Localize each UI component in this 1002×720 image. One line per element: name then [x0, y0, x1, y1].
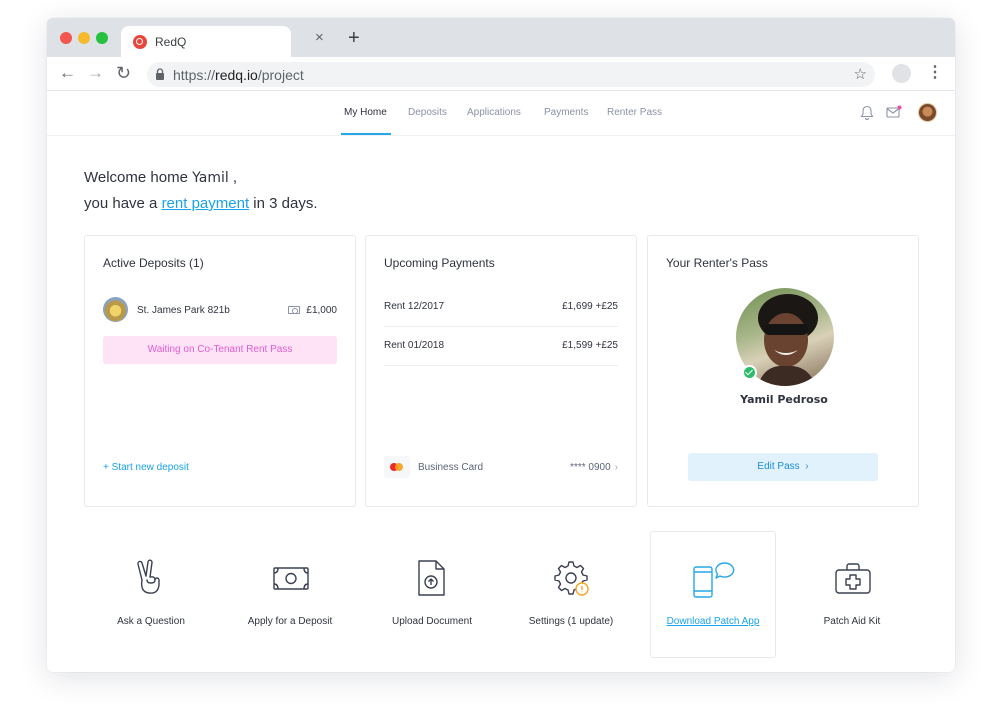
cash-icon [288, 306, 300, 314]
tab-title: RedQ [155, 35, 187, 49]
forward-arrow-icon[interactable]: → [87, 63, 104, 83]
deposit-status-badge: Waiting on Co-Tenant Rent Pass [103, 336, 337, 364]
renters-pass-card: Your Renter's Pass Yamil Pedroso Edit Pa… [647, 235, 919, 507]
payment-amount: £1,699 +£25 [562, 301, 618, 312]
welcome-line-1: Welcome home Yamil , [84, 169, 238, 186]
back-arrow-icon[interactable]: ← [59, 63, 76, 83]
lock-icon [156, 68, 164, 80]
deposit-amount: £1,000 [306, 305, 337, 316]
property-thumbnail [103, 297, 128, 322]
settings-action[interactable]: Settings (1 update) [508, 531, 634, 658]
payment-card-name[interactable]: Business Card [418, 462, 483, 473]
browser-profile-icon[interactable] [892, 64, 911, 83]
chevron-right-icon: › [805, 461, 809, 472]
active-deposits-card: Active Deposits (1) St. James Park 821b … [84, 235, 356, 507]
redq-favicon-icon [133, 35, 147, 49]
app-navigation: My Home Deposits Applications Payments R… [47, 91, 955, 136]
settings-gear-icon [554, 561, 589, 596]
apply-deposit-action[interactable]: Apply for a Deposit [227, 531, 353, 658]
renters-pass-title: Your Renter's Pass [666, 256, 768, 270]
welcome-message: Welcome home Yamil , you have a rent pay… [84, 165, 318, 216]
browser-tab[interactable]: RedQ [121, 26, 291, 57]
maximize-window-button[interactable] [96, 32, 108, 44]
action-label: Ask a Question [117, 616, 185, 627]
payment-label: Rent 12/2017 [384, 301, 445, 312]
browser-menu-icon[interactable]: ⋮ [927, 63, 943, 83]
verified-check-icon [742, 365, 757, 380]
bookmark-star-icon[interactable]: ☆ [854, 65, 867, 83]
nav-deposits[interactable]: Deposits [408, 107, 447, 118]
tab-close-icon[interactable]: × [315, 30, 324, 45]
user-avatar[interactable] [918, 103, 937, 122]
start-new-deposit-link[interactable]: + Start new deposit [103, 462, 189, 473]
renter-name: Yamil Pedroso [740, 393, 828, 406]
new-tab-icon[interactable]: + [348, 28, 360, 48]
browser-titlebar: RedQ × + [47, 18, 955, 57]
upload-document-action[interactable]: Upload Document [369, 531, 495, 658]
action-label: Upload Document [391, 616, 473, 627]
deposit-property-name[interactable]: St. James Park 821b [137, 305, 230, 316]
url-text: https://redq.io/project [173, 67, 304, 83]
welcome-line-2: you have a rent payment in 3 days. [84, 195, 318, 212]
payment-label: Rent 01/2018 [384, 340, 445, 351]
reload-icon[interactable]: ↻ [116, 63, 131, 83]
close-window-button[interactable] [60, 32, 72, 44]
action-label: Download Patch App [666, 616, 760, 627]
nav-payments[interactable]: Payments [544, 107, 588, 118]
browser-toolbar: ← → ↻ https://redq.io/project ☆ ⋮ [47, 57, 955, 91]
aid-kit-action[interactable]: Patch Aid Kit [789, 531, 915, 658]
chevron-right-icon: › [614, 462, 618, 473]
upload-document-icon [418, 560, 445, 596]
rent-payment-link[interactable]: rent payment [162, 195, 250, 212]
ask-question-action[interactable]: Ask a Question [88, 531, 214, 658]
edit-pass-button[interactable]: Edit Pass › [688, 453, 878, 481]
browser-window: RedQ × + ← → ↻ https://redq.io/project ☆… [47, 18, 955, 672]
payment-row[interactable]: Rent 12/2017 £1,699 +£25 [384, 288, 618, 327]
mastercard-icon [384, 456, 410, 478]
banknote-icon [273, 567, 309, 590]
action-label: Patch Aid Kit [823, 616, 881, 627]
payment-row[interactable]: Rent 01/2018 £1,599 +£25 [384, 327, 618, 366]
address-bar[interactable]: https://redq.io/project ☆ [147, 62, 875, 87]
phone-chat-icon [693, 562, 735, 598]
download-app-action[interactable]: Download Patch App [650, 531, 776, 658]
mail-icon[interactable] [886, 105, 902, 119]
nav-my-home[interactable]: My Home [344, 107, 387, 118]
upcoming-payments-title: Upcoming Payments [384, 256, 495, 270]
minimize-window-button[interactable] [78, 32, 90, 44]
aid-kit-icon [835, 563, 871, 594]
peace-hand-icon [137, 559, 160, 594]
active-nav-underline [341, 133, 391, 135]
nav-applications[interactable]: Applications [467, 107, 521, 118]
nav-renter-pass[interactable]: Renter Pass [607, 107, 662, 118]
payment-amount: £1,599 +£25 [562, 340, 618, 351]
bell-icon[interactable] [860, 105, 874, 120]
payment-card-number[interactable]: **** 0900 › [570, 462, 618, 473]
action-label: Apply for a Deposit [247, 616, 333, 627]
active-deposits-title: Active Deposits (1) [103, 256, 204, 270]
action-label: Settings (1 update) [528, 616, 614, 627]
upcoming-payments-card: Upcoming Payments Rent 12/2017 £1,699 +£… [365, 235, 637, 507]
